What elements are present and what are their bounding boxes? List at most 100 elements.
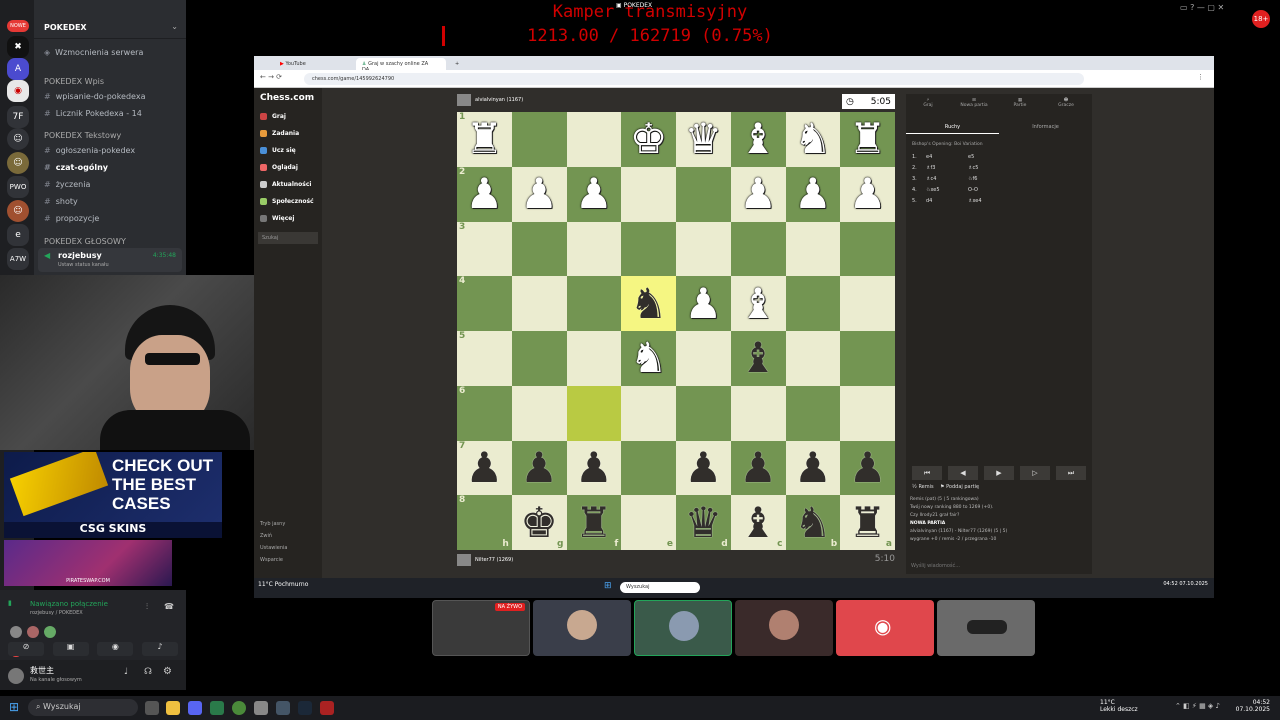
white-rook-icon[interactable]: ♜ [466, 118, 504, 160]
board-square[interactable]: ♟ [511, 440, 567, 496]
category-wpis[interactable]: POKEDEX Wpis [44, 77, 104, 86]
screenshare-button[interactable]: ▣ [52, 642, 89, 656]
black-rook-icon[interactable]: ♜ [575, 501, 613, 544]
avatar[interactable] [27, 626, 40, 638]
app-icon[interactable] [320, 701, 334, 715]
board-square[interactable]: ♟ [566, 440, 622, 496]
pokeball-server-icon[interactable]: ◉ [7, 80, 29, 102]
app-icon[interactable] [276, 701, 290, 715]
board-square[interactable] [511, 385, 567, 441]
channel-wpisanie[interactable]: # wpisanie-do-pokedexa [44, 92, 145, 101]
avatar[interactable] [10, 626, 22, 638]
move-cell[interactable]: O-O [968, 187, 978, 193]
server-a7w-icon[interactable]: A7W [7, 248, 29, 270]
board-square[interactable] [730, 221, 786, 277]
channel-licznik[interactable]: # Licznik Pokedexa - 14 [44, 109, 142, 118]
category-glosowy[interactable]: POKEDEX GŁOSOWY [44, 237, 126, 246]
prev-move-button[interactable]: ◀ [948, 466, 978, 480]
disconnect-icon[interactable]: ☎ [164, 602, 174, 611]
chesscom-logo[interactable]: Chess.com [260, 93, 314, 103]
discord-icon[interactable] [188, 701, 202, 715]
first-move-button[interactable]: ⏮ [912, 466, 942, 480]
black-rook-icon[interactable]: ♜ [849, 501, 887, 544]
board-square[interactable]: d ♛ [676, 495, 731, 550]
channel-propozycje[interactable]: # propozycje [44, 214, 99, 223]
light-mode-link[interactable]: Tryb jasny [260, 521, 285, 527]
voice-channel[interactable]: ◀ rozjebusy 4:35:48 Ustaw status kanału [38, 248, 182, 272]
black-bishop-icon[interactable]: ♝ [739, 337, 777, 379]
boost-item[interactable]: ◈ Wzmocnienia serwera [44, 48, 143, 57]
black-knight-icon[interactable]: ♞ [794, 501, 832, 544]
board-square[interactable] [566, 112, 622, 167]
board-square[interactable]: 6 [457, 385, 512, 441]
white-pawn-icon[interactable]: ♟ [849, 173, 887, 215]
last-move-button[interactable]: ⏭ [1056, 466, 1086, 480]
black-king-icon[interactable]: ♚ [520, 501, 558, 544]
board-square[interactable]: 7 ♟ [457, 440, 512, 496]
board-square[interactable] [785, 331, 841, 386]
tab-players[interactable]: ☻ Gracze [1046, 98, 1086, 108]
board-square[interactable]: ♜ [840, 112, 895, 167]
board-square[interactable] [566, 276, 622, 331]
weather-widget[interactable]: 11°C Lekki deszcz [1100, 699, 1138, 713]
board-square[interactable]: e [621, 495, 676, 550]
tab-games[interactable]: ▦ Partie [1000, 98, 1040, 108]
board-square[interactable]: f ♜ [566, 495, 622, 550]
category-tekstowy[interactable]: POKEDEX Tekstowy [44, 131, 121, 140]
board-square[interactable]: ♟ [566, 166, 622, 222]
board-square[interactable] [676, 166, 731, 222]
explorer-icon[interactable] [166, 701, 180, 715]
menu-icon[interactable]: ⋮ [1197, 73, 1204, 81]
board-square[interactable]: ♟ [785, 440, 841, 496]
board-square[interactable]: 5 [457, 331, 512, 386]
black-pawn-icon[interactable]: ♟ [685, 446, 723, 489]
nav-learn[interactable]: Ucz się [260, 147, 296, 154]
participant-tile[interactable] [634, 600, 732, 656]
board-square[interactable]: ♝ [730, 276, 786, 331]
board-square[interactable]: ♟ [785, 166, 841, 222]
nav-puzzles[interactable]: Zadania [260, 130, 299, 137]
windows-start-icon[interactable]: ⊞ [9, 700, 19, 714]
app-icon[interactable] [254, 701, 268, 715]
board-square[interactable]: a ♜ [840, 495, 895, 550]
board-square[interactable]: 3 [457, 221, 512, 277]
move-cell[interactable]: e4 [926, 154, 932, 160]
stream-tile[interactable]: NA ŻYWO [432, 600, 530, 656]
black-knight-icon[interactable]: ♞ [630, 282, 668, 325]
participant-tile[interactable] [735, 600, 833, 656]
play-button[interactable]: ▶ [984, 466, 1014, 480]
nav-watch[interactable]: Oglądaj [260, 164, 298, 171]
resign-button[interactable]: ⚑ Poddaj partię [940, 484, 979, 490]
mic-icon[interactable]: ♩ [124, 667, 128, 677]
board-square[interactable] [621, 385, 676, 441]
x-server-icon[interactable]: ✖ [7, 36, 29, 58]
board-square[interactable]: ♟ [511, 166, 567, 222]
server-avatar-icon[interactable]: ☺ [7, 128, 29, 150]
board-square[interactable]: b ♞ [785, 495, 841, 550]
board-square[interactable]: ♚ [621, 112, 676, 167]
bottom-player[interactable]: Nilter77 (1269) [457, 554, 513, 566]
nav-arrows-icon[interactable]: ← → ⟳ [260, 73, 282, 81]
board-square[interactable] [511, 221, 567, 277]
chat-input[interactable]: Wyślij wiadomość... [908, 560, 1088, 572]
board-square[interactable]: c ♝ [730, 495, 786, 550]
white-pawn-icon[interactable]: ♟ [575, 173, 613, 215]
black-queen-icon[interactable]: ♛ [685, 501, 723, 544]
white-pawn-icon[interactable]: ♟ [685, 282, 723, 325]
settings-link[interactable]: Ustawienia [260, 545, 287, 551]
channel-czat[interactable]: # czat-ogólny [44, 163, 108, 172]
white-king-icon[interactable]: ♚ [630, 118, 668, 160]
board-square[interactable]: ♟ [676, 440, 731, 496]
board-square[interactable] [730, 385, 786, 441]
black-pawn-icon[interactable]: ♟ [520, 446, 558, 489]
white-pawn-icon[interactable]: ♟ [794, 173, 832, 215]
voice-status[interactable]: Ustaw status kanału [58, 262, 109, 268]
os-clock[interactable]: 04:52 07.10.2025 [1236, 699, 1270, 713]
ad-csgoskins[interactable]: CHECK OUT THE BEST CASES CSG SKINS [4, 452, 222, 538]
black-pawn-icon[interactable]: ♟ [739, 446, 777, 489]
chevron-down-icon[interactable]: ⌄ [171, 22, 178, 31]
board-square[interactable]: ♞ [621, 331, 676, 386]
draw-button[interactable]: ½ Remis [912, 484, 934, 490]
support-link[interactable]: Wsparcie [260, 557, 283, 563]
headset-icon[interactable]: ☊ [144, 667, 152, 677]
